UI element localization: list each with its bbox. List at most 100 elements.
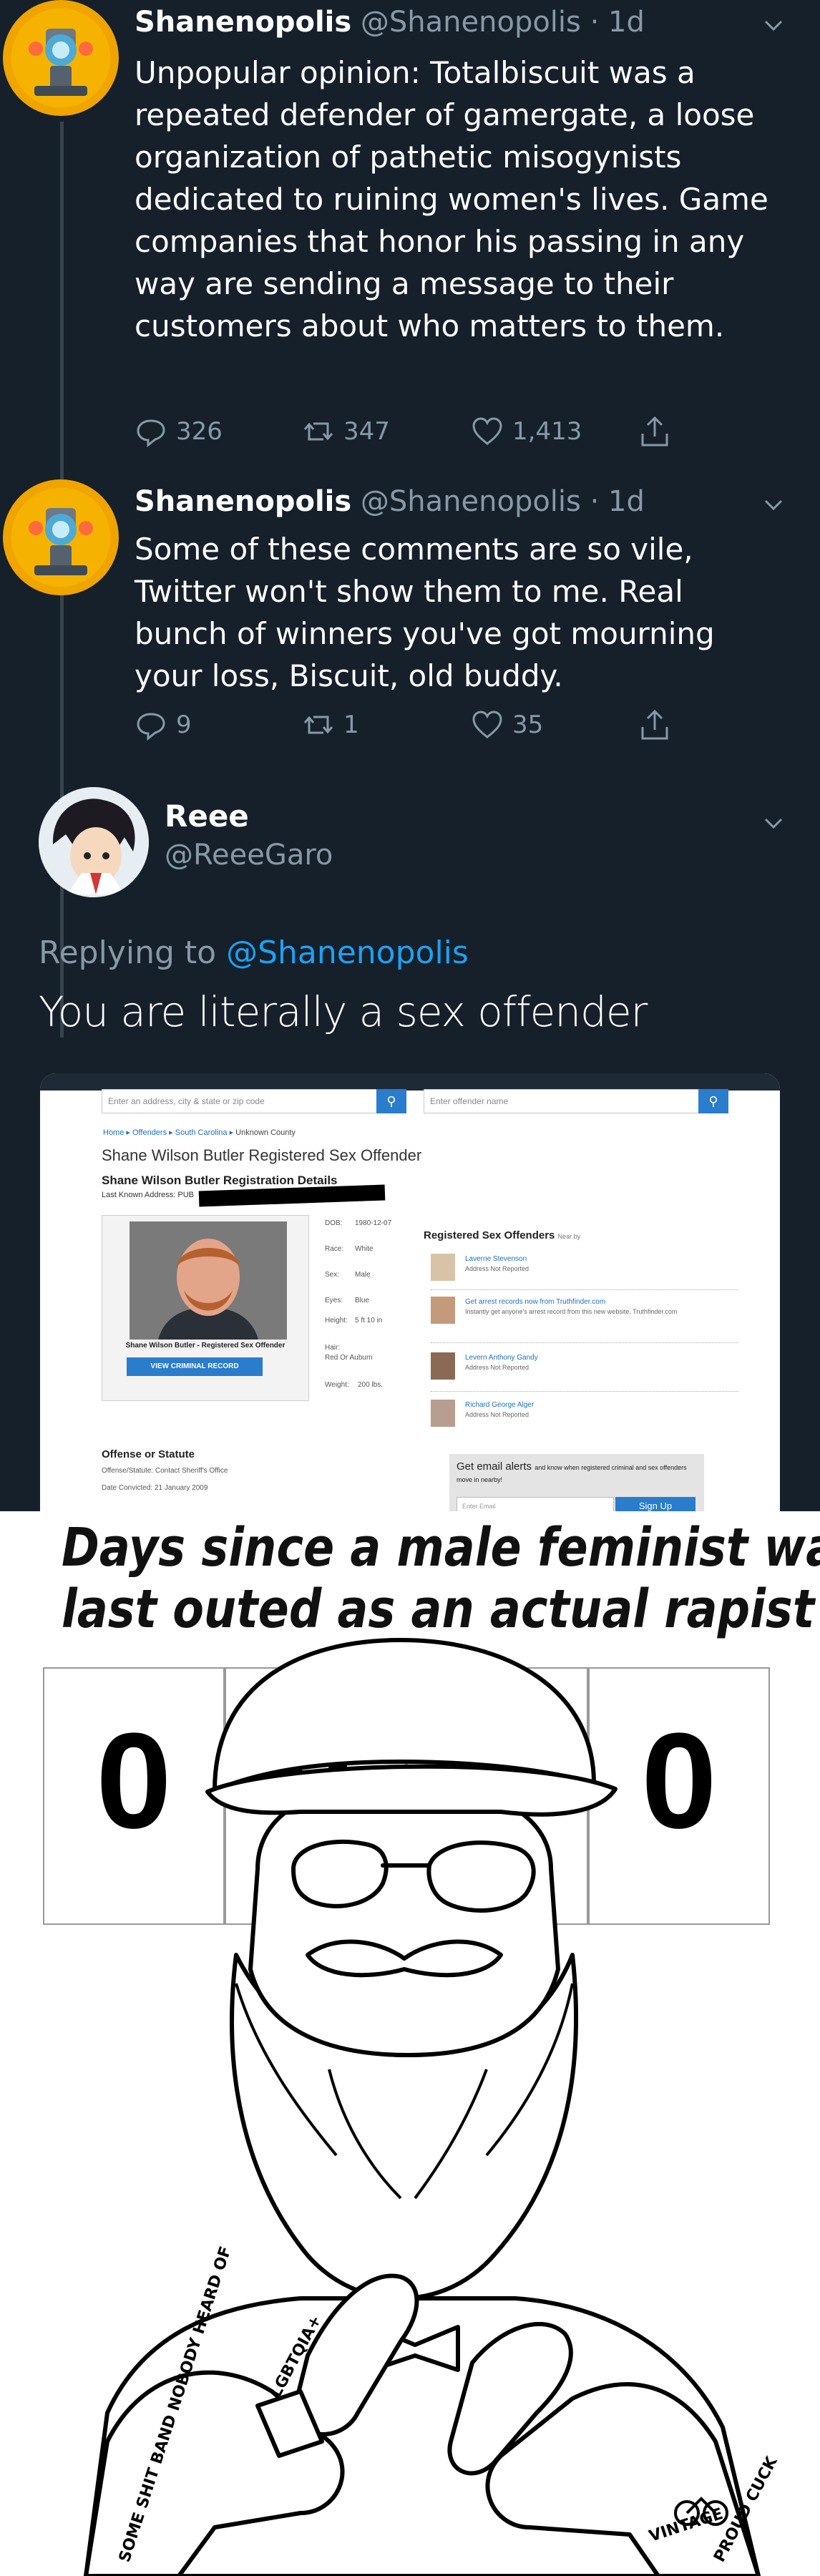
retweet-button[interactable]: 347: [302, 415, 390, 448]
detail-value: 200 lbs.: [358, 1381, 384, 1389]
share-button[interactable]: [638, 708, 671, 741]
nearby-label: Near by: [557, 1233, 581, 1240]
search-icon[interactable]: ⚲: [376, 1089, 406, 1113]
handle[interactable]: @ReeeGaro: [165, 839, 333, 872]
replying-to-link[interactable]: @Shanenopolis: [226, 935, 469, 971]
offender-list-item[interactable]: Richard George Alger Address Not Reporte…: [431, 1400, 731, 1433]
ad-description: Instantly get anyone's arrest record fro…: [465, 1308, 678, 1315]
offender-address: Address Not Reported: [465, 1265, 529, 1272]
breadcrumb-offenders[interactable]: Offenders: [132, 1128, 167, 1137]
offender-thumbnail: [431, 1254, 455, 1281]
breadcrumb-state[interactable]: South Carolina: [175, 1128, 228, 1137]
chevron-down-icon[interactable]: [763, 812, 784, 834]
reply-icon: [137, 419, 165, 448]
offender-address: Address Not Reported: [465, 1411, 529, 1418]
offender-list-item[interactable]: Levern Anthony Gandy Address Not Reporte…: [431, 1352, 731, 1385]
embed-topbar: [40, 1073, 780, 1091]
detail-label: Eyes:: [325, 1297, 343, 1304]
detail-label: Race:: [325, 1245, 344, 1253]
divider: [431, 1289, 738, 1290]
tweet-actions: 9 1 35: [135, 708, 693, 744]
tweet-text: Unpopular opinion: Totalbiscuit was a re…: [135, 55, 768, 343]
offender-name-input[interactable]: Enter offender name: [424, 1089, 724, 1113]
mugshot-card: Shane Wilson Butler - Registered Sex Off…: [102, 1215, 309, 1401]
tweet-text: Some of these comments are so vile, Twit…: [135, 532, 715, 693]
handle[interactable]: @Shanenopolis: [361, 6, 581, 39]
last-known-address: Last Known Address: PUB: [102, 1191, 195, 1199]
timestamp[interactable]: · 1d: [590, 485, 645, 518]
detail-label: Weight:: [325, 1381, 349, 1389]
reply-count: 326: [176, 417, 223, 446]
email-alert-text: Get email alerts and know when registere…: [457, 1461, 700, 1485]
offender-name[interactable]: Laverne Stevenson: [465, 1255, 527, 1263]
breadcrumb-county: Unknown County: [235, 1128, 296, 1137]
tweet-actions: 326 347 1,413: [135, 415, 693, 451]
mugshot-caption: Shane Wilson Butler - Registered Sex Off…: [125, 1342, 285, 1350]
reply-button[interactable]: 326: [135, 415, 223, 448]
clapping-cartoon-man: SOME SHIT BAND NOBODY HEARD OF LGBTQIA+ …: [84, 1638, 781, 2576]
retweet-button[interactable]: 1: [302, 708, 359, 741]
date-convicted-line: Date Convicted: 21 January 2009: [102, 1484, 208, 1492]
detail-value: 5 ft 10 in: [355, 1317, 383, 1324]
avatar[interactable]: [39, 787, 149, 897]
display-name[interactable]: Shanenopolis: [135, 6, 351, 39]
breadcrumb-home[interactable]: Home: [103, 1128, 124, 1137]
retweet-icon: [303, 422, 333, 441]
reply-count: 9: [176, 711, 192, 739]
detail-label: Hair:: [325, 1344, 341, 1352]
divider: [431, 1391, 738, 1392]
heart-icon: [472, 711, 502, 738]
offender-address: Address Not Reported: [465, 1364, 529, 1371]
display-name[interactable]: Shanenopolis: [135, 485, 351, 518]
tweet-header: Shanenopolis @Shanenopolis · 1d: [135, 485, 645, 518]
sign-up-button[interactable]: Sign Up: [615, 1497, 695, 1511]
ad-thumbnail: [431, 1297, 455, 1324]
avatar[interactable]: [3, 0, 119, 116]
offender-name[interactable]: Levern Anthony Gandy: [465, 1354, 538, 1362]
embedded-screenshot[interactable]: Enter an address, city & state or zip co…: [40, 1073, 780, 1511]
share-button[interactable]: [638, 415, 671, 448]
breadcrumb: Home ▸ Offenders ▸ South Carolina ▸ Unkn…: [103, 1128, 296, 1137]
tweet-header: Shanenopolis @Shanenopolis · 1d: [135, 6, 645, 39]
chevron-down-icon[interactable]: [763, 14, 784, 36]
like-button[interactable]: 1,413: [471, 415, 582, 448]
reply-text: You are literally a sex offender: [39, 987, 648, 1036]
like-count: 35: [512, 711, 544, 739]
view-criminal-record-button[interactable]: VIEW CRIMINAL RECORD: [127, 1357, 263, 1376]
replying-label: Replying to: [39, 935, 217, 971]
address-search-input[interactable]: Enter an address, city & state or zip co…: [102, 1089, 402, 1113]
offender-name[interactable]: Richard George Alger: [465, 1401, 534, 1409]
reply-button[interactable]: 9: [135, 708, 192, 741]
meme-image: Days since a male feminist was last oute…: [0, 1511, 820, 2576]
share-icon: [641, 416, 668, 447]
share-icon: [641, 709, 668, 740]
detail-value: Red Or Auburn: [325, 1354, 373, 1362]
heart-icon: [472, 417, 502, 445]
divider: [431, 1342, 738, 1343]
nearby-offenders-label: Registered Sex Offenders: [424, 1229, 555, 1241]
detail-value: 1980-12-07: [355, 1219, 392, 1227]
like-button[interactable]: 35: [471, 708, 543, 741]
detail-value: White: [355, 1245, 374, 1253]
ad-title[interactable]: Get arrest records now from Truthfinder.…: [465, 1298, 605, 1306]
email-alert-box: Get email alerts and know when registere…: [449, 1454, 704, 1511]
search-icon[interactable]: ⚲: [698, 1089, 728, 1113]
retweet-count: 1: [343, 711, 359, 739]
section-title: Shane Wilson Butler Registration Details: [102, 1174, 338, 1187]
detail-value: Male: [355, 1271, 371, 1279]
ad-list-item[interactable]: Get arrest records now from Truthfinder.…: [431, 1297, 731, 1330]
email-input[interactable]: Enter Email: [457, 1497, 614, 1511]
replying-to: Replying to @Shanenopolis: [39, 935, 469, 971]
handle[interactable]: @Shanenopolis: [361, 485, 581, 518]
avatar[interactable]: [3, 479, 119, 595]
offender-thumbnail: [431, 1352, 455, 1380]
retweet-icon: [303, 716, 333, 734]
chevron-down-icon[interactable]: [763, 494, 784, 515]
timestamp[interactable]: · 1d: [590, 6, 645, 39]
like-count: 1,413: [512, 417, 582, 446]
offense-title: Offense or Statute: [102, 1448, 195, 1460]
display-name[interactable]: Reee: [165, 799, 249, 834]
detail-label: DOB:: [325, 1219, 343, 1227]
nearby-offenders-title: Registered Sex Offenders Near by: [424, 1229, 580, 1241]
offender-list-item[interactable]: Laverne Stevenson Address Not Reported: [431, 1254, 731, 1287]
